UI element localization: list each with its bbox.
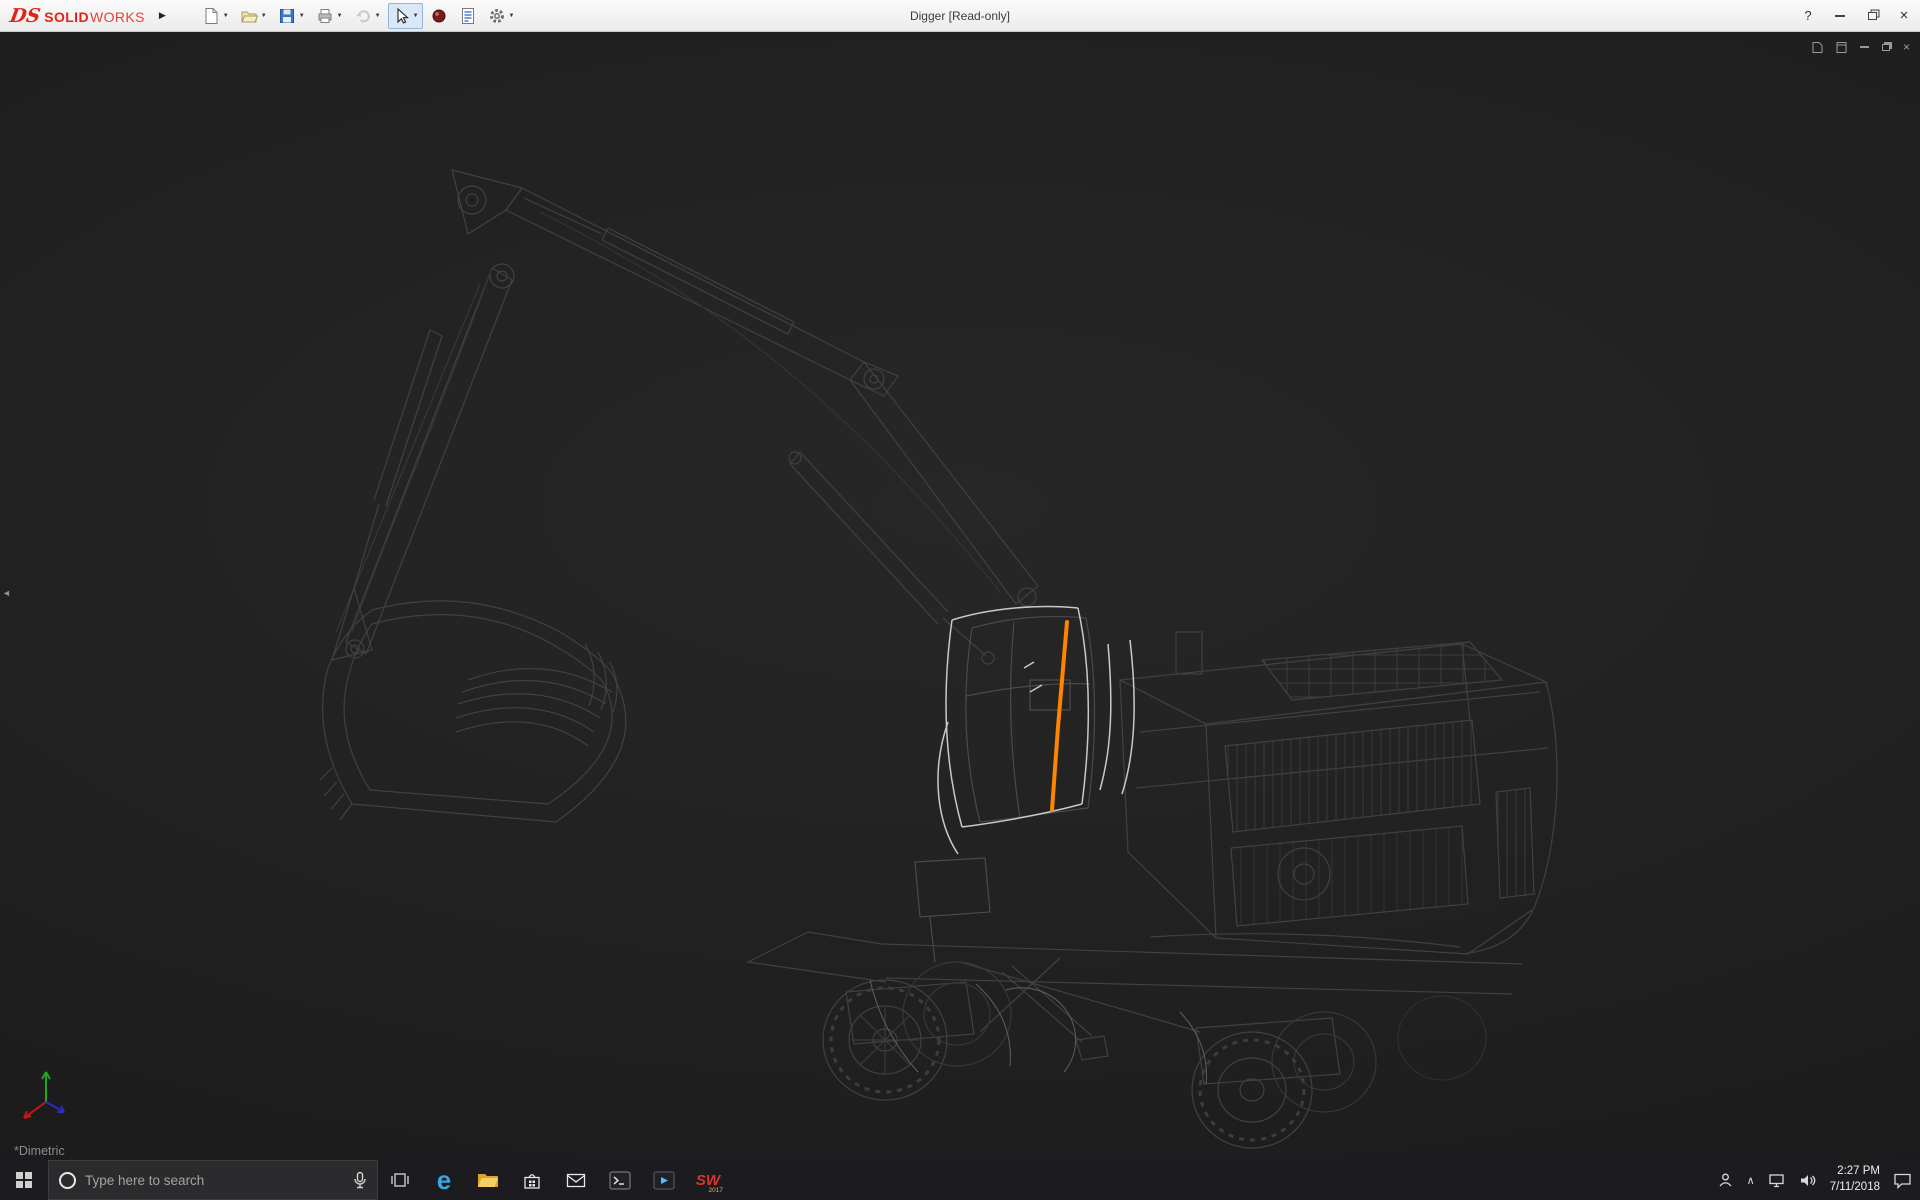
edge-logo-glyph: e	[437, 1167, 451, 1193]
start-button[interactable]	[0, 1160, 48, 1200]
microphone-icon[interactable]	[353, 1171, 367, 1189]
restore-icon	[1882, 44, 1890, 51]
appearance-sphere-icon	[430, 7, 448, 25]
document-table-button[interactable]	[455, 3, 481, 29]
stick-arm[interactable]	[332, 264, 514, 660]
minimize-button[interactable]	[1824, 0, 1856, 31]
options-gear-icon	[488, 7, 506, 25]
network-icon[interactable]	[1768, 1173, 1786, 1188]
ds-logo-glyph: DS	[8, 5, 42, 27]
undo-button[interactable]: ▼	[350, 3, 385, 29]
file-explorer-icon[interactable]	[466, 1160, 510, 1200]
taskbar-clock[interactable]: 2:27 PM 7/11/2018	[1830, 1164, 1880, 1195]
child-close-button[interactable]: ×	[1903, 40, 1910, 54]
brand-solid: SOLID	[44, 9, 89, 25]
windows-taskbar: e SW 2017 ∧ 2:27 PM 7/11/2018	[0, 1160, 1920, 1200]
sw-logo-glyph: SW	[696, 1173, 720, 1188]
clock-time: 2:27 PM	[1830, 1164, 1880, 1180]
new-document-button[interactable]: ▼	[198, 3, 233, 29]
titlebar: DS SOLID WORKS ▶ ▼ ▼ ▼ ▼ ▼ ▼	[0, 0, 1920, 32]
print-icon	[316, 7, 334, 25]
brand-works: WORKS	[90, 9, 145, 25]
select-arrow-icon	[392, 7, 410, 25]
child-restore-button[interactable]	[1882, 44, 1890, 51]
select-tool-button[interactable]: ▼	[388, 3, 423, 29]
dropdown-caret[interactable]: ▼	[261, 13, 267, 19]
feature-panel-collapse-arrow[interactable]: ◄	[0, 584, 13, 602]
undo-icon	[354, 7, 372, 25]
store-icon[interactable]	[510, 1160, 554, 1200]
standard-toolbar: ▼ ▼ ▼ ▼ ▼ ▼ ▼	[198, 3, 519, 29]
dropdown-caret[interactable]: ▼	[337, 13, 343, 19]
solidworks-app-icon[interactable]: SW 2017	[686, 1160, 730, 1200]
save-button[interactable]: ▼	[274, 3, 309, 29]
mail-icon[interactable]	[554, 1160, 598, 1200]
minimize-icon	[1835, 15, 1845, 17]
close-button[interactable]: ×	[1888, 0, 1920, 31]
help-button[interactable]: ?	[1792, 0, 1824, 31]
restore-icon	[1868, 12, 1877, 20]
document-window-controls: ×	[1812, 40, 1910, 54]
dropdown-caret[interactable]: ▼	[509, 13, 515, 19]
task-view-button[interactable]	[378, 1160, 422, 1200]
document-table-icon	[459, 7, 477, 25]
volume-icon[interactable]	[1799, 1173, 1817, 1188]
action-center-icon[interactable]	[1893, 1172, 1912, 1189]
new-document-icon	[202, 7, 220, 25]
boom-arm[interactable]	[452, 170, 1038, 664]
cab-highlight-edges[interactable]	[938, 607, 1134, 855]
clock-date: 7/11/2018	[1830, 1180, 1880, 1196]
window-controls: ? ×	[1792, 0, 1920, 31]
view-orientation-label: *Dimetric	[14, 1144, 65, 1158]
minimize-icon	[1860, 46, 1869, 48]
solidworks-logo: DS SOLID WORKS	[0, 5, 153, 27]
dropdown-caret[interactable]: ▼	[375, 13, 381, 19]
save-floppy-icon	[278, 7, 296, 25]
new-window-icon[interactable]	[1812, 41, 1823, 54]
dropdown-caret[interactable]: ▼	[413, 13, 419, 19]
edge-browser-icon[interactable]: e	[422, 1160, 466, 1200]
system-tray: ∧ 2:27 PM 7/11/2018	[1717, 1160, 1920, 1200]
orientation-triad[interactable]	[16, 1062, 80, 1126]
open-folder-icon	[240, 7, 258, 25]
dropdown-caret[interactable]: ▼	[299, 13, 305, 19]
sw-year-label: 2017	[709, 1187, 723, 1194]
graphics-viewport[interactable]: × ◄ *Dimetric	[0, 32, 1920, 1160]
menu-expand-arrow[interactable]: ▶	[153, 6, 172, 25]
windows-logo-icon	[16, 1172, 32, 1188]
people-icon[interactable]	[1717, 1172, 1734, 1188]
selected-edge[interactable]	[1052, 622, 1067, 810]
cortana-icon	[59, 1172, 76, 1189]
print-button[interactable]: ▼	[312, 3, 347, 29]
restore-button[interactable]	[1856, 0, 1888, 31]
open-document-button[interactable]: ▼	[236, 3, 271, 29]
wheels[interactable]	[823, 962, 1486, 1148]
wireframe-model[interactable]	[0, 32, 1920, 1160]
media-player-icon[interactable]	[642, 1160, 686, 1200]
appearance-sphere-button[interactable]	[426, 3, 452, 29]
tray-overflow-chevron[interactable]: ∧	[1747, 1174, 1755, 1187]
document-icon[interactable]	[1836, 41, 1847, 54]
upper-body[interactable]	[1120, 632, 1557, 954]
cab-frame[interactable]	[915, 616, 1095, 962]
search-input[interactable]	[85, 1173, 344, 1188]
taskbar-search[interactable]	[48, 1160, 378, 1200]
bucket[interactable]	[320, 601, 626, 822]
console-app-icon[interactable]	[598, 1160, 642, 1200]
options-button[interactable]: ▼	[484, 3, 519, 29]
dropdown-caret[interactable]: ▼	[223, 13, 229, 19]
child-minimize-button[interactable]	[1860, 46, 1869, 48]
